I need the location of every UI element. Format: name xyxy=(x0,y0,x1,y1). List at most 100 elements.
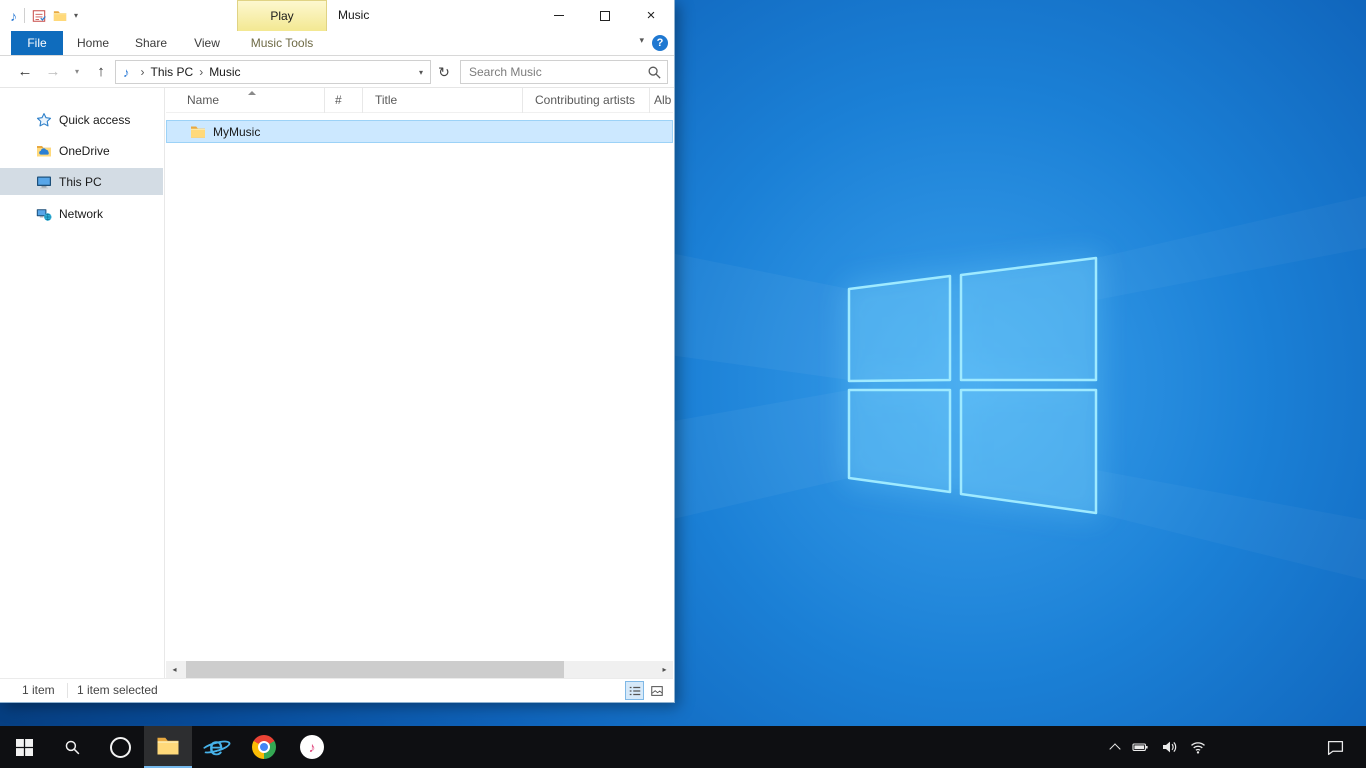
sidebar-item-this-pc[interactable]: This PC xyxy=(0,168,163,195)
view-toggles xyxy=(625,681,666,700)
file-row-mymusic[interactable]: MyMusic xyxy=(166,120,673,143)
onedrive-icon xyxy=(36,143,52,159)
column-header-album[interactable]: Alb xyxy=(650,88,675,113)
volume-icon[interactable] xyxy=(1161,739,1177,755)
search-icon xyxy=(64,739,81,756)
star-icon xyxy=(36,112,52,128)
file-explorer-button[interactable] xyxy=(144,726,192,768)
sidebar-item-label: This PC xyxy=(59,175,102,189)
breadcrumb-music[interactable]: Music xyxy=(209,65,240,79)
back-button[interactable]: ← xyxy=(14,56,36,87)
expand-ribbon-chevron-icon[interactable]: ▾ xyxy=(639,35,644,46)
hidden-icons-chevron-icon[interactable] xyxy=(1109,743,1120,754)
status-bar: 1 item 1 item selected xyxy=(0,678,673,701)
explorer-window: ♪ ▾ Play Music × File Home Share View Mu… xyxy=(0,0,675,703)
cortana-icon xyxy=(110,737,131,758)
up-button[interactable]: ↑ xyxy=(90,56,112,87)
itunes-button[interactable]: ♪ xyxy=(288,726,336,768)
file-name: MyMusic xyxy=(213,125,260,139)
battery-icon[interactable] xyxy=(1132,739,1148,755)
sidebar-item-label: Quick access xyxy=(59,113,130,127)
sidebar-item-onedrive[interactable]: OneDrive xyxy=(0,137,163,164)
column-header-row: Name # Title Contributing artists Alb xyxy=(166,88,673,113)
details-view-button[interactable] xyxy=(625,681,644,700)
folder-icon xyxy=(190,124,206,140)
address-dropdown-chevron-icon[interactable]: ▾ xyxy=(419,68,423,77)
cortana-button[interactable] xyxy=(96,726,144,768)
large-icons-view-icon xyxy=(650,684,664,698)
start-button[interactable] xyxy=(0,726,48,768)
location-music-icon: ♪ xyxy=(123,65,130,80)
column-header-title[interactable]: Title xyxy=(363,88,523,113)
address-bar[interactable]: ♪ › This PC › Music ▾ xyxy=(115,60,431,84)
sidebar-item-label: Network xyxy=(59,207,103,221)
internet-explorer-button[interactable]: e xyxy=(192,726,240,768)
window-title: Music xyxy=(338,0,369,31)
tab-view[interactable]: View xyxy=(184,31,230,55)
window-controls: × xyxy=(536,0,674,31)
details-view-icon xyxy=(628,684,642,698)
scrollbar-thumb[interactable] xyxy=(186,661,564,678)
tab-file[interactable]: File xyxy=(11,31,63,55)
column-header-contributing-artists[interactable]: Contributing artists xyxy=(523,88,650,113)
network-icon xyxy=(36,206,52,222)
close-button[interactable]: × xyxy=(628,0,674,31)
ribbon-tab-row: File Home Share View Music Tools ▾ ? xyxy=(0,31,674,56)
titlebar[interactable]: ♪ ▾ Play Music × xyxy=(0,0,674,31)
recent-locations-chevron-icon[interactable]: ▾ xyxy=(70,56,84,87)
chrome-icon xyxy=(252,735,276,759)
item-count: 1 item xyxy=(22,679,55,701)
tab-music-tools[interactable]: Music Tools xyxy=(237,31,327,55)
new-folder-icon[interactable] xyxy=(53,9,67,23)
horizontal-scrollbar[interactable]: ◂ ▸ xyxy=(166,661,673,678)
search-box xyxy=(460,60,668,84)
computer-icon xyxy=(36,174,52,190)
properties-icon[interactable] xyxy=(32,9,46,23)
network-wifi-icon[interactable] xyxy=(1190,739,1206,755)
taskbar-search-button[interactable] xyxy=(48,726,96,768)
navigation-pane: Quick access OneDrive This PC Network xyxy=(0,88,165,678)
forward-button[interactable]: → xyxy=(42,56,64,87)
column-header-name[interactable]: Name xyxy=(166,88,325,113)
help-button[interactable]: ? xyxy=(652,35,668,51)
file-explorer-icon xyxy=(156,734,180,758)
selection-count: 1 item selected xyxy=(77,679,158,701)
navigation-bar: ← → ▾ ↑ ♪ › This PC › Music ▾ ↻ xyxy=(0,56,674,88)
breadcrumb-this-pc[interactable]: This PC xyxy=(151,65,194,79)
action-center-button[interactable] xyxy=(1314,726,1356,768)
customize-toolbar-chevron-icon[interactable]: ▾ xyxy=(74,11,78,20)
refresh-button[interactable]: ↻ xyxy=(432,60,456,84)
tab-play[interactable]: Play xyxy=(237,0,327,31)
tab-home[interactable]: Home xyxy=(68,31,118,55)
search-icon xyxy=(647,65,662,80)
minimize-button[interactable] xyxy=(536,0,582,31)
sidebar-item-network[interactable]: Network xyxy=(0,200,163,227)
sidebar-item-quick-access[interactable]: Quick access xyxy=(0,106,163,133)
itunes-icon: ♪ xyxy=(300,735,324,759)
search-input[interactable] xyxy=(461,61,643,83)
music-note-icon: ♪ xyxy=(10,9,17,23)
windows-flag-icon xyxy=(16,739,33,756)
file-list-pane[interactable]: Name # Title Contributing artists Alb My… xyxy=(166,88,673,661)
breadcrumb-chevron-icon[interactable]: › xyxy=(141,65,145,79)
maximize-button[interactable] xyxy=(582,0,628,31)
chrome-button[interactable] xyxy=(240,726,288,768)
internet-explorer-icon: e xyxy=(202,733,230,761)
column-header-number[interactable]: # xyxy=(325,88,363,113)
taskbar-buttons: e ♪ xyxy=(0,726,336,768)
sort-ascending-icon xyxy=(248,91,256,95)
status-separator xyxy=(67,683,68,698)
taskbar: e ♪ xyxy=(0,726,1366,768)
minimize-icon xyxy=(554,15,564,16)
tab-share[interactable]: Share xyxy=(126,31,176,55)
scroll-right-arrow-icon[interactable]: ▸ xyxy=(656,661,673,678)
maximize-icon xyxy=(600,11,610,21)
action-center-icon xyxy=(1327,739,1344,756)
scroll-left-arrow-icon[interactable]: ◂ xyxy=(166,661,183,678)
system-tray xyxy=(1111,726,1206,768)
toolbar-separator xyxy=(24,8,25,23)
sidebar-item-label: OneDrive xyxy=(59,144,110,158)
quick-access-toolbar: ♪ ▾ xyxy=(10,0,78,31)
large-icons-view-button[interactable] xyxy=(647,681,666,700)
breadcrumb-chevron-icon[interactable]: › xyxy=(199,65,203,79)
